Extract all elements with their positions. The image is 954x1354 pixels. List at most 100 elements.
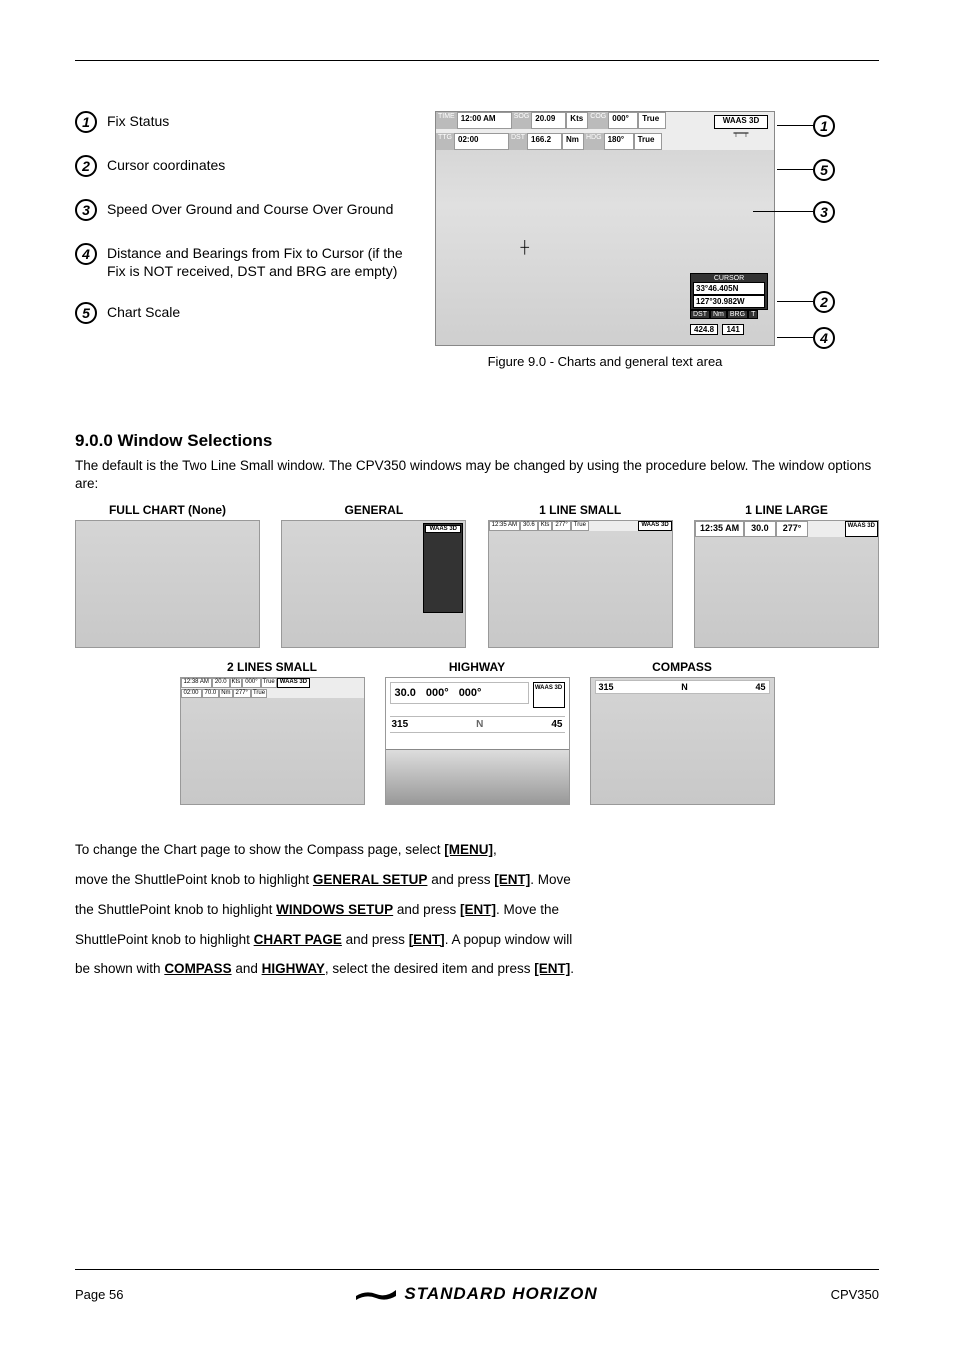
ct-2c: and press — [427, 872, 494, 887]
thumb-1linelarge: 12:35 AM 30.0 277° WAAS 3D — [694, 520, 879, 648]
ttg-label: TTG — [436, 133, 454, 150]
legend-item-4: 4 Distance and Bearings from Fix to Curs… — [75, 243, 405, 280]
legend-num-3: 3 — [75, 199, 97, 221]
top-rule — [75, 60, 879, 61]
dst-value: 166.2 — [527, 133, 562, 150]
cursor-icon: ┼ — [521, 240, 530, 254]
dst2-unit: Nm — [710, 310, 727, 319]
callout-line-4 — [777, 337, 813, 338]
dst-label: DST — [509, 133, 527, 150]
callout-line-1 — [777, 125, 813, 126]
ttg-value: 02:00 — [454, 133, 509, 150]
layout-title-2linessmall: 2 LINES SMALL — [180, 660, 365, 674]
thumb-compass: 315 N 45 — [590, 677, 775, 805]
ll-cog: 277° — [776, 521, 809, 537]
ll-sog: 30.0 — [744, 521, 776, 537]
callout-4: 4 — [813, 327, 835, 349]
cursor-lon: 127°30.982W — [693, 295, 765, 308]
legend-text-4: Distance and Bearings from Fix to Cursor… — [107, 243, 405, 280]
cp-315: 315 — [599, 682, 614, 692]
t5-waas: WAAS 3D — [277, 678, 310, 687]
legend-item-2: 2 Cursor coordinates — [75, 155, 405, 177]
callout-line-2 — [777, 301, 813, 302]
hw-315: 315 — [392, 719, 409, 730]
dst2-value: 424.8 — [690, 324, 718, 335]
ls-cog: 277° — [552, 521, 570, 531]
ct-3e: . Move the — [496, 902, 559, 917]
cursor-title: CURSOR — [693, 275, 765, 282]
legend-item-3: 3 Speed Over Ground and Course Over Grou… — [75, 199, 405, 221]
general-waas: WAAS 3D — [425, 525, 461, 533]
hdg-unit: True — [634, 133, 662, 150]
legend-num-5: 5 — [75, 302, 97, 324]
dst-unit: Nm — [562, 133, 584, 150]
layout-title-general: GENERAL — [281, 503, 466, 517]
ct-5g: . — [570, 961, 574, 976]
waas-status: WAAS 3D — [714, 115, 768, 129]
ct-5c: and — [232, 961, 262, 976]
ls-sogu: Kts — [538, 521, 553, 531]
page-number: Page 56 — [75, 1287, 123, 1302]
ct-4a: ShuttlePoint knob to highlight — [75, 932, 254, 947]
ct-1c: , — [493, 842, 497, 857]
thumb-general: WAAS 3D — [281, 520, 466, 648]
cog-value: 000° — [608, 112, 638, 129]
section-body: The default is the Two Line Small window… — [75, 457, 879, 493]
legend-num-4: 4 — [75, 243, 97, 265]
legend-item-1: 1 Fix Status — [75, 111, 405, 133]
thumb-fullchart — [75, 520, 260, 648]
hw-sog: 30.0 — [395, 687, 416, 699]
sog-value: 20.09 — [531, 112, 566, 129]
thumb-highway: 30.0 000° 000° WAAS 3D 315 N 45 — [385, 677, 570, 805]
layout-title-highway: HIGHWAY — [385, 660, 570, 674]
legend-text-5: Chart Scale — [107, 302, 180, 322]
ct-3b: WINDOWS SETUP — [276, 902, 393, 917]
ct-4d: [ENT] — [409, 932, 445, 947]
ct-2e: . Move — [530, 872, 571, 887]
ct-4b: CHART PAGE — [254, 932, 342, 947]
brand-logo: STANDARD HORIZON — [356, 1284, 597, 1304]
time-label: TIME — [436, 112, 457, 129]
legend-num-2: 2 — [75, 155, 97, 177]
t5-cog: 000° — [242, 678, 260, 687]
ct-3a: the ShuttlePoint knob to highlight — [75, 902, 276, 917]
chart-figure: TIME 12:00 AM SOG 20.09 Kts COG 000° Tru… — [435, 111, 855, 361]
t5-dstu: Nm — [219, 689, 232, 698]
brg-unit: T — [748, 310, 758, 319]
t5-time: 12:38 AM — [181, 678, 212, 687]
t5-hdgu: True — [251, 689, 267, 698]
t5-sogu: Kts — [230, 678, 243, 687]
thumb-2linessmall: 12:38 AM 20.0 Kts 000° True WAAS 3D 02:0… — [180, 677, 365, 805]
sog-label: SOG — [512, 112, 532, 129]
ct-4e: . A popup window will — [445, 932, 573, 947]
layout-title-compass: COMPASS — [590, 660, 775, 674]
hdg-label: HDG — [584, 133, 604, 150]
cog-label: COG — [588, 112, 608, 129]
callout-1: 1 — [813, 115, 835, 137]
ct-1a: To change the Chart page to show the Com… — [75, 842, 444, 857]
thumb-1linesmall: 12:35 AM 30.6 Kts 277° True WAAS 3D — [488, 520, 673, 648]
ct-3c: and press — [393, 902, 460, 917]
layouts-grid: FULL CHART (None) GENERAL WAAS 3D 1 LINE… — [75, 503, 879, 805]
cp-45: 45 — [755, 682, 765, 692]
t5-sog: 20.0 — [212, 678, 230, 687]
ct-2b: GENERAL SETUP — [313, 872, 428, 887]
ct-3d: [ENT] — [460, 902, 496, 917]
ls-time: 12:35 AM — [489, 521, 520, 531]
ll-waas: WAAS 3D — [845, 521, 878, 537]
ls-waas: WAAS 3D — [638, 521, 671, 531]
ll-time: 12:35 AM — [695, 521, 744, 537]
cursor-info-box: CURSOR 33°46.405N 127°30.982W — [690, 273, 768, 310]
dst2-label: DST — [690, 310, 710, 319]
model-number: CPV350 — [831, 1287, 879, 1302]
layout-title-1linesmall: 1 LINE SMALL — [488, 503, 673, 517]
hw-cog: 000° — [426, 687, 449, 699]
ct-5f: [ENT] — [534, 961, 570, 976]
legend-text-1: Fix Status — [107, 111, 169, 131]
cursor-lat: 33°46.405N — [693, 282, 765, 295]
sog-unit: Kts — [566, 112, 588, 129]
legend-item-5: 5 Chart Scale — [75, 302, 405, 324]
callout-line-5 — [777, 169, 813, 170]
ct-5d: HIGHWAY — [262, 961, 325, 976]
ct-2a: move the ShuttlePoint knob to highlight — [75, 872, 313, 887]
